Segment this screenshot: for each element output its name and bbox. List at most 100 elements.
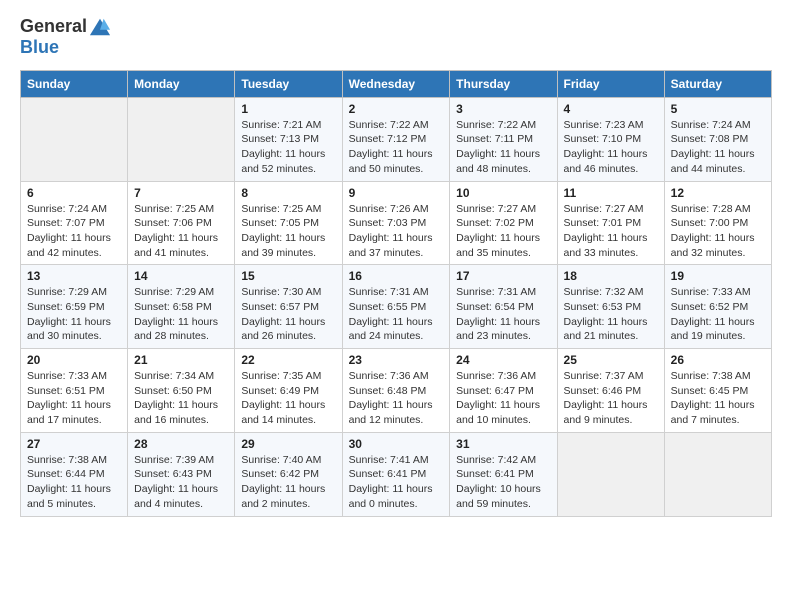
day-number: 30 [349, 437, 444, 451]
calendar-cell: 1 Sunrise: 7:21 AMSunset: 7:13 PMDaylight… [235, 97, 342, 181]
day-info: Sunrise: 7:29 AMSunset: 6:59 PMDaylight:… [27, 285, 121, 344]
day-number: 27 [27, 437, 121, 451]
calendar-cell: 20 Sunrise: 7:33 AMSunset: 6:51 PMDayligh… [21, 349, 128, 433]
day-info: Sunrise: 7:22 AMSunset: 7:12 PMDaylight:… [349, 118, 444, 177]
day-info: Sunrise: 7:28 AMSunset: 7:00 PMDaylight:… [671, 202, 765, 261]
day-number: 19 [671, 269, 765, 283]
calendar-cell: 6 Sunrise: 7:24 AMSunset: 7:07 PMDaylight… [21, 181, 128, 265]
logo-triangle-icon [89, 16, 111, 38]
calendar-cell [557, 432, 664, 516]
calendar-cell: 13Sunrise: 7:29 AMSunset: 6:59 PMDayligh… [21, 265, 128, 349]
day-info: Sunrise: 7:41 AMSunset: 6:41 PMDaylight:… [349, 453, 444, 512]
day-info: Sunrise: 7:22 AMSunset: 7:11 PMDaylight:… [456, 118, 550, 177]
day-info: Sunrise: 7:24 AMSunset: 7:08 PMDaylight:… [671, 118, 765, 177]
weekday-header: Thursday [450, 70, 557, 97]
day-number: 16 [349, 269, 444, 283]
day-number: 15 [241, 269, 335, 283]
day-number: 20 [27, 353, 121, 367]
day-number: 29 [241, 437, 335, 451]
day-info: Sunrise: 7:36 AMSunset: 6:48 PMDaylight:… [349, 369, 444, 428]
day-info: Sunrise: 7:25 AMSunset: 7:06 PMDaylight:… [134, 202, 228, 261]
calendar-week-row: 20 Sunrise: 7:33 AMSunset: 6:51 PMDayligh… [21, 349, 772, 433]
calendar-cell: 23 Sunrise: 7:36 AMSunset: 6:48 PMDayligh… [342, 349, 450, 433]
day-number: 31 [456, 437, 550, 451]
calendar-cell: 31Sunrise: 7:42 AMSunset: 6:41 PMDayligh… [450, 432, 557, 516]
day-info: Sunrise: 7:31 AMSunset: 6:55 PMDaylight:… [349, 285, 444, 344]
day-info: Sunrise: 7:38 AMSunset: 6:45 PMDaylight:… [671, 369, 765, 428]
calendar-table: SundayMondayTuesdayWednesdayThursdayFrid… [20, 70, 772, 517]
day-number: 1 [241, 102, 335, 116]
day-info: Sunrise: 7:27 AMSunset: 7:01 PMDaylight:… [564, 202, 658, 261]
day-info: Sunrise: 7:29 AMSunset: 6:58 PMDaylight:… [134, 285, 228, 344]
calendar-cell: 14 Sunrise: 7:29 AMSunset: 6:58 PMDayligh… [128, 265, 235, 349]
logo-text: GeneralBlue [20, 16, 111, 58]
calendar-cell [128, 97, 235, 181]
day-info: Sunrise: 7:24 AMSunset: 7:07 PMDaylight:… [27, 202, 121, 261]
day-info: Sunrise: 7:32 AMSunset: 6:53 PMDaylight:… [564, 285, 658, 344]
day-number: 22 [241, 353, 335, 367]
day-number: 23 [349, 353, 444, 367]
day-info: Sunrise: 7:35 AMSunset: 6:49 PMDaylight:… [241, 369, 335, 428]
day-number: 28 [134, 437, 228, 451]
calendar-cell: 7 Sunrise: 7:25 AMSunset: 7:06 PMDaylight… [128, 181, 235, 265]
day-info: Sunrise: 7:25 AMSunset: 7:05 PMDaylight:… [241, 202, 335, 261]
calendar-cell: 12 Sunrise: 7:28 AMSunset: 7:00 PMDayligh… [664, 181, 771, 265]
day-info: Sunrise: 7:38 AMSunset: 6:44 PMDaylight:… [27, 453, 121, 512]
weekday-header: Saturday [664, 70, 771, 97]
calendar-cell: 28Sunrise: 7:39 AMSunset: 6:43 PMDayligh… [128, 432, 235, 516]
day-info: Sunrise: 7:34 AMSunset: 6:50 PMDaylight:… [134, 369, 228, 428]
day-number: 14 [134, 269, 228, 283]
calendar-cell: 19 Sunrise: 7:33 AMSunset: 6:52 PMDayligh… [664, 265, 771, 349]
calendar-cell: 18Sunrise: 7:32 AMSunset: 6:53 PMDayligh… [557, 265, 664, 349]
day-number: 12 [671, 186, 765, 200]
day-number: 26 [671, 353, 765, 367]
day-info: Sunrise: 7:33 AMSunset: 6:51 PMDaylight:… [27, 369, 121, 428]
calendar-cell: 11 Sunrise: 7:27 AMSunset: 7:01 PMDayligh… [557, 181, 664, 265]
day-number: 7 [134, 186, 228, 200]
day-number: 17 [456, 269, 550, 283]
calendar-week-row: 13Sunrise: 7:29 AMSunset: 6:59 PMDayligh… [21, 265, 772, 349]
day-info: Sunrise: 7:23 AMSunset: 7:10 PMDaylight:… [564, 118, 658, 177]
calendar-cell: 4 Sunrise: 7:23 AMSunset: 7:10 PMDaylight… [557, 97, 664, 181]
calendar-week-row: 27 Sunrise: 7:38 AMSunset: 6:44 PMDayligh… [21, 432, 772, 516]
calendar-cell: 5 Sunrise: 7:24 AMSunset: 7:08 PMDaylight… [664, 97, 771, 181]
day-info: Sunrise: 7:30 AMSunset: 6:57 PMDaylight:… [241, 285, 335, 344]
day-number: 4 [564, 102, 658, 116]
calendar-cell: 17 Sunrise: 7:31 AMSunset: 6:54 PMDayligh… [450, 265, 557, 349]
day-number: 11 [564, 186, 658, 200]
calendar-cell: 9Sunrise: 7:26 AMSunset: 7:03 PMDaylight… [342, 181, 450, 265]
calendar-cell: 26 Sunrise: 7:38 AMSunset: 6:45 PMDayligh… [664, 349, 771, 433]
day-number: 21 [134, 353, 228, 367]
day-info: Sunrise: 7:37 AMSunset: 6:46 PMDaylight:… [564, 369, 658, 428]
calendar-cell: 15 Sunrise: 7:30 AMSunset: 6:57 PMDayligh… [235, 265, 342, 349]
day-number: 24 [456, 353, 550, 367]
day-number: 6 [27, 186, 121, 200]
calendar-cell: 21 Sunrise: 7:34 AMSunset: 6:50 PMDayligh… [128, 349, 235, 433]
page-header: GeneralBlue [20, 16, 772, 58]
day-number: 3 [456, 102, 550, 116]
day-info: Sunrise: 7:27 AMSunset: 7:02 PMDaylight:… [456, 202, 550, 261]
calendar-week-row: 1 Sunrise: 7:21 AMSunset: 7:13 PMDaylight… [21, 97, 772, 181]
calendar-cell: 25 Sunrise: 7:37 AMSunset: 6:46 PMDayligh… [557, 349, 664, 433]
day-number: 5 [671, 102, 765, 116]
calendar-cell: 30 Sunrise: 7:41 AMSunset: 6:41 PMDayligh… [342, 432, 450, 516]
header-row: SundayMondayTuesdayWednesdayThursdayFrid… [21, 70, 772, 97]
day-info: Sunrise: 7:33 AMSunset: 6:52 PMDaylight:… [671, 285, 765, 344]
day-number: 8 [241, 186, 335, 200]
weekday-header: Wednesday [342, 70, 450, 97]
calendar-cell: 16 Sunrise: 7:31 AMSunset: 6:55 PMDayligh… [342, 265, 450, 349]
weekday-header: Monday [128, 70, 235, 97]
day-info: Sunrise: 7:21 AMSunset: 7:13 PMDaylight:… [241, 118, 335, 177]
calendar-cell: 27 Sunrise: 7:38 AMSunset: 6:44 PMDayligh… [21, 432, 128, 516]
calendar-cell [664, 432, 771, 516]
day-info: Sunrise: 7:31 AMSunset: 6:54 PMDaylight:… [456, 285, 550, 344]
calendar-cell [21, 97, 128, 181]
calendar-cell: 3 Sunrise: 7:22 AMSunset: 7:11 PMDaylight… [450, 97, 557, 181]
day-info: Sunrise: 7:36 AMSunset: 6:47 PMDaylight:… [456, 369, 550, 428]
day-info: Sunrise: 7:26 AMSunset: 7:03 PMDaylight:… [349, 202, 444, 261]
day-number: 10 [456, 186, 550, 200]
calendar-cell: 24 Sunrise: 7:36 AMSunset: 6:47 PMDayligh… [450, 349, 557, 433]
calendar-cell: 10 Sunrise: 7:27 AMSunset: 7:02 PMDayligh… [450, 181, 557, 265]
weekday-header: Friday [557, 70, 664, 97]
day-number: 25 [564, 353, 658, 367]
